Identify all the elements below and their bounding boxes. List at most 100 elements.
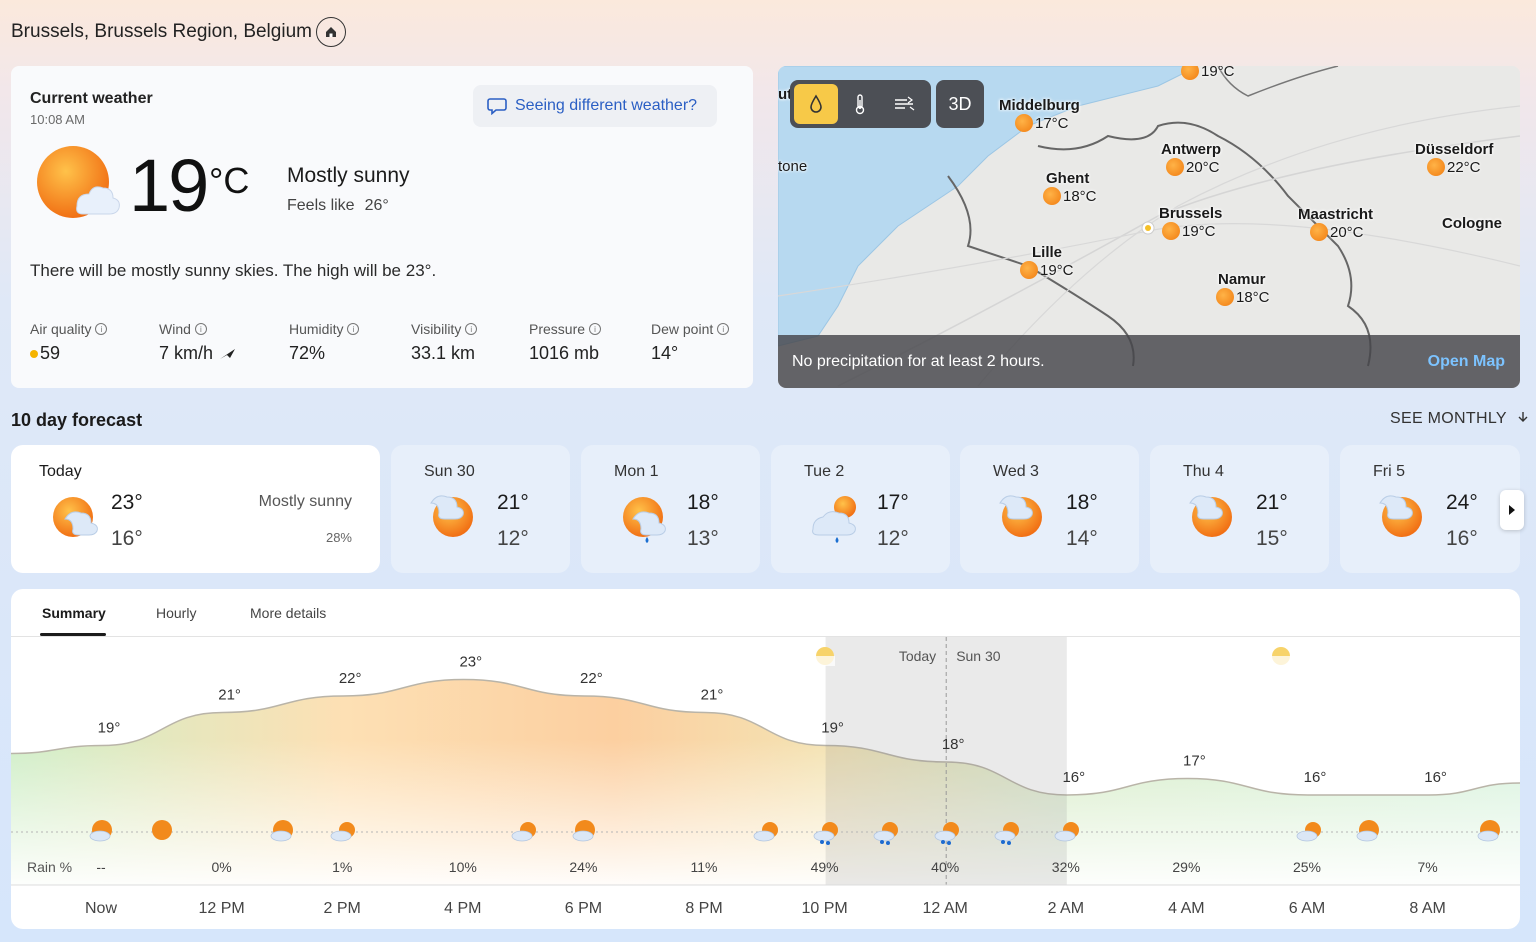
rain-percent-value: 32% [1052, 859, 1080, 875]
sun-rain-icon [623, 497, 666, 543]
city-name: Lille [1032, 244, 1063, 261]
city-temp: 19°C [1201, 66, 1235, 80]
day-name: Mon 1 [614, 463, 659, 480]
metric-humidity[interactable]: Humidity i 72% [289, 321, 360, 364]
rain-percent-value: 0% [211, 859, 231, 875]
temperature-label: 21° [701, 687, 724, 704]
map-city-lille[interactable]: Lille 19°C [1020, 244, 1074, 279]
info-icon[interactable]: i [717, 323, 730, 335]
rain-percent-value: 7% [1417, 859, 1437, 875]
air-quality-dot-icon [30, 349, 38, 358]
wind-layer-button[interactable] [882, 84, 926, 124]
info-icon[interactable]: i [465, 323, 478, 335]
see-monthly-link[interactable]: SEE MONTHLY [1390, 410, 1529, 428]
temperature-layer-button[interactable] [838, 84, 882, 124]
hourly-cloud-icon [511, 830, 533, 842]
forecast-day-card[interactable]: Wed 3 18° 14° [960, 445, 1139, 573]
city-temp: 20°C [1186, 158, 1220, 176]
map-city-middelburg[interactable]: Middelburg 17°C [999, 97, 1080, 132]
city-name: Antwerp [1161, 141, 1221, 158]
wind-icon [895, 96, 915, 111]
seeing-different-weather-button[interactable]: Seeing different weather? [473, 85, 717, 127]
map-city-dusseldorf[interactable]: Düsseldorf 22°C [1415, 141, 1493, 176]
temperature-label: 18° [942, 736, 965, 753]
sun-icon [1015, 114, 1033, 132]
map-city-antwerp[interactable]: Antwerp 20°C [1161, 141, 1221, 176]
map-city-cologne[interactable]: Cologne [1442, 215, 1502, 232]
metric-label: Visibility [411, 321, 462, 337]
info-icon[interactable]: i [347, 323, 360, 335]
rain-drop-icon [880, 840, 884, 844]
metric-value: 72% [289, 343, 326, 363]
time-axis-label: 2 PM [324, 900, 361, 917]
map-3d-button[interactable]: 3D [936, 80, 984, 128]
rain-percent-label: Rain % [27, 859, 72, 875]
cloud-rain-icon [812, 496, 856, 543]
forecast-day-card[interactable]: Fri 5 24° 16° [1340, 445, 1520, 573]
forecast-day-card[interactable]: Thu 4 21° 15° [1150, 445, 1329, 573]
hourly-cloud-icon [572, 830, 594, 842]
hourly-cloud-icon [753, 830, 775, 842]
metric-air-quality[interactable]: Air quality i 59 [30, 321, 108, 364]
info-icon[interactable]: i [95, 323, 108, 335]
temperature-label: 19° [821, 720, 844, 737]
rain-percent-value: 10% [449, 859, 477, 875]
current-condition: Mostly sunny [287, 164, 410, 187]
sun-icon [1020, 261, 1038, 279]
current-weather-card: Current weather 10:08 AM Seeing differen… [11, 66, 753, 388]
map-city-maastricht[interactable]: Maastricht 20°C [1298, 206, 1373, 241]
day-high-temp: 24° [1446, 491, 1478, 514]
precipitation-layer-button[interactable] [794, 84, 838, 124]
thermometer-icon [855, 94, 865, 115]
city-name: Namur [1218, 271, 1266, 288]
time-axis-label: 8 PM [685, 900, 722, 917]
forecast-day-card[interactable]: Tue 2 17° 12° [771, 445, 950, 573]
forecast-next-button[interactable] [1500, 490, 1524, 530]
metric-wind[interactable]: Wind i 7 km/h [159, 321, 237, 364]
open-map-link[interactable]: Open Map [1428, 353, 1505, 371]
see-monthly-label: SEE MONTHLY [1390, 410, 1507, 427]
day-low-temp: 12° [497, 527, 529, 550]
metric-visibility[interactable]: Visibility i 33.1 km [411, 321, 478, 364]
metric-pressure[interactable]: Pressure i 1016 mb [529, 321, 602, 364]
hourly-cloud-icon [1477, 830, 1499, 842]
day-low-temp: 16° [111, 527, 143, 550]
next-day-marker-label: Sun 30 [956, 648, 1001, 664]
rain-percent-value: 11% [691, 859, 718, 875]
feels-like: Feels like 26° [287, 197, 389, 215]
feels-like-value: 26° [364, 197, 389, 214]
cloud-sun-icon [430, 495, 473, 537]
sun-icon [1310, 223, 1328, 241]
metric-dew-point[interactable]: Dew point i 14° [651, 321, 730, 364]
map-city[interactable]: 19°C [1181, 66, 1235, 80]
temperature-unit-toggle[interactable]: °C [209, 160, 249, 202]
day-name: Fri 5 [1373, 463, 1405, 480]
sun-icon [1162, 222, 1180, 240]
weather-map[interactable]: uth tone 19°C Middelburg 17°C Antwerp 20… [778, 66, 1520, 388]
rain-percent-value: 29% [1172, 859, 1200, 875]
metric-value: 33.1 km [411, 343, 476, 363]
rain-percent-value: 40% [931, 859, 959, 875]
forecast-day-card[interactable]: Sun 30 21° 12° [391, 445, 570, 573]
map-city-brussels[interactable]: Brussels 19°C [1159, 205, 1222, 240]
map-city-namur[interactable]: Namur 18°C [1216, 271, 1270, 306]
day-name: Tue 2 [804, 463, 845, 480]
time-axis-label: 4 AM [1168, 900, 1204, 917]
temperature-label: 22° [580, 670, 603, 687]
city-name: Maastricht [1298, 206, 1374, 223]
forecast-day-today[interactable]: Today 23° 16° Mostly sunny 28% [11, 445, 380, 573]
home-button[interactable] [316, 17, 346, 47]
day-name: Sun 30 [424, 463, 475, 480]
metric-label: Air quality [30, 321, 92, 337]
forecast-day-card[interactable]: Mon 1 18° 13° [581, 445, 760, 573]
map-city-ghent[interactable]: Ghent 18°C [1043, 170, 1097, 205]
info-icon[interactable]: i [194, 323, 207, 335]
temperature-label: 22° [339, 670, 362, 687]
hourly-temperature-chart[interactable]: Today Sun 30 19° 21° 22° 23° 22° 21° 19° 18° 16° 17… [11, 589, 1520, 929]
temperature-label: 16° [1304, 769, 1327, 786]
metric-value: 7 km/h [159, 343, 214, 363]
city-name: Düsseldorf [1415, 141, 1494, 158]
info-icon[interactable]: i [589, 323, 602, 335]
rain-drop-icon [1007, 841, 1011, 845]
city-name: Brussels [1159, 205, 1223, 222]
